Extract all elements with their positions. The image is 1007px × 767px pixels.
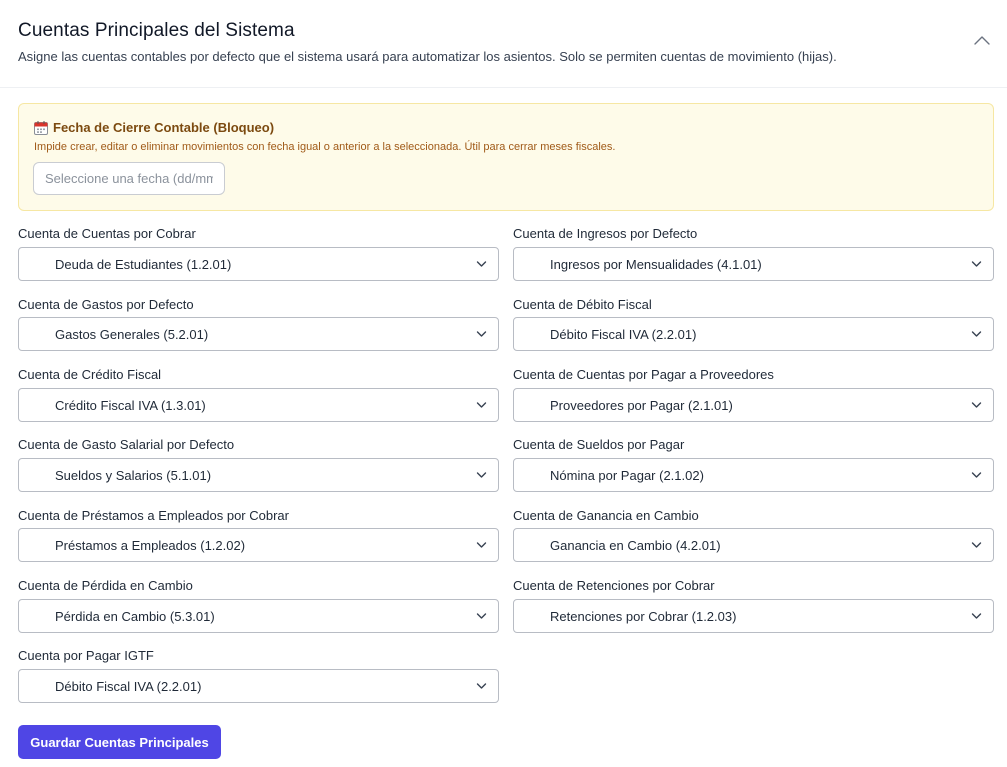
chevron-down-icon [971,331,982,337]
chevron-down-icon [971,402,982,408]
credito-fiscal-select[interactable]: Crédito Fiscal IVA (1.3.01) [18,388,499,422]
chevron-down-icon [476,683,487,689]
credito-fiscal-value: Crédito Fiscal IVA (1.3.01) [55,398,206,413]
cxc-value: Deuda de Estudiantes (1.2.01) [55,257,232,272]
closing-date-description: Impide crear, editar o eliminar movimien… [34,141,616,153]
igtf-select[interactable]: Débito Fiscal IVA (2.2.01) [18,669,499,703]
retenciones-select[interactable]: Retenciones por Cobrar (1.2.03) [513,599,994,633]
cxp-proveedores-value: Proveedores por Pagar (2.1.01) [550,398,733,413]
chevron-down-icon [971,542,982,548]
cxc-select[interactable]: Deuda de Estudiantes (1.2.01) [18,247,499,281]
closing-date-title-text: Fecha de Cierre Contable (Bloqueo) [53,120,275,135]
retenciones-label: Cuenta de Retenciones por Cobrar [513,578,715,593]
chevron-down-icon [476,542,487,548]
cxc-label: Cuenta de Cuentas por Cobrar [18,226,196,241]
chevron-up-icon[interactable] [972,33,992,49]
perdida-cambio-select[interactable]: Pérdida en Cambio (5.3.01) [18,599,499,633]
cxp-proveedores-select[interactable]: Proveedores por Pagar (2.1.01) [513,388,994,422]
page-subtitle: Asigne las cuentas contables por defecto… [18,49,837,64]
gasto-salarial-label: Cuenta de Gasto Salarial por Defecto [18,437,235,452]
ingresos-select[interactable]: Ingresos por Mensualidades (4.1.01) [513,247,994,281]
calendar-icon [34,120,48,135]
igtf-label: Cuenta por Pagar IGTF [18,648,154,663]
closing-date-panel: Fecha de Cierre Contable (Bloqueo) Impid… [18,103,994,211]
perdida-cambio-label: Cuenta de Pérdida en Cambio [18,578,193,593]
gastos-value: Gastos Generales (5.2.01) [55,327,209,342]
gastos-label: Cuenta de Gastos por Defecto [18,297,194,312]
closing-date-input[interactable] [33,162,225,195]
debito-fiscal-value: Débito Fiscal IVA (2.2.01) [550,327,697,342]
debito-fiscal-select[interactable]: Débito Fiscal IVA (2.2.01) [513,317,994,351]
debito-fiscal-label: Cuenta de Débito Fiscal [513,297,652,312]
gasto-salarial-select[interactable]: Sueldos y Salarios (5.1.01) [18,458,499,492]
chevron-down-icon [971,613,982,619]
page-title: Cuentas Principales del Sistema [18,20,295,41]
gasto-salarial-value: Sueldos y Salarios (5.1.01) [55,468,212,483]
chevron-down-icon [476,261,487,267]
closing-date-title: Fecha de Cierre Contable (Bloqueo) [34,120,274,135]
section-header: Cuentas Principales del Sistema Asigne l… [0,0,1007,88]
igtf-value: Débito Fiscal IVA (2.2.01) [55,679,202,694]
prestamos-select[interactable]: Préstamos a Empleados (1.2.02) [18,528,499,562]
credito-fiscal-label: Cuenta de Crédito Fiscal [18,367,162,382]
retenciones-value: Retenciones por Cobrar (1.2.03) [550,609,737,624]
prestamos-label: Cuenta de Préstamos a Empleados por Cobr… [18,508,289,523]
chevron-down-icon [971,472,982,478]
save-button[interactable]: Guardar Cuentas Principales [18,725,221,759]
perdida-cambio-value: Pérdida en Cambio (5.3.01) [55,609,215,624]
cxp-proveedores-label: Cuenta de Cuentas por Pagar a Proveedore… [513,367,774,382]
gastos-select[interactable]: Gastos Generales (5.2.01) [18,317,499,351]
ganancia-cambio-select[interactable]: Ganancia en Cambio (4.2.01) [513,528,994,562]
sueldos-pagar-label: Cuenta de Sueldos por Pagar [513,437,685,452]
chevron-down-icon [476,331,487,337]
ingresos-value: Ingresos por Mensualidades (4.1.01) [550,257,762,272]
ganancia-cambio-label: Cuenta de Ganancia en Cambio [513,508,699,523]
chevron-down-icon [971,261,982,267]
sueldos-pagar-value: Nómina por Pagar (2.1.02) [550,468,704,483]
chevron-down-icon [476,613,487,619]
ganancia-cambio-value: Ganancia en Cambio (4.2.01) [550,538,721,553]
chevron-down-icon [476,472,487,478]
sueldos-pagar-select[interactable]: Nómina por Pagar (2.1.02) [513,458,994,492]
prestamos-value: Préstamos a Empleados (1.2.02) [55,538,246,553]
ingresos-label: Cuenta de Ingresos por Defecto [513,226,698,241]
chevron-down-icon [476,402,487,408]
